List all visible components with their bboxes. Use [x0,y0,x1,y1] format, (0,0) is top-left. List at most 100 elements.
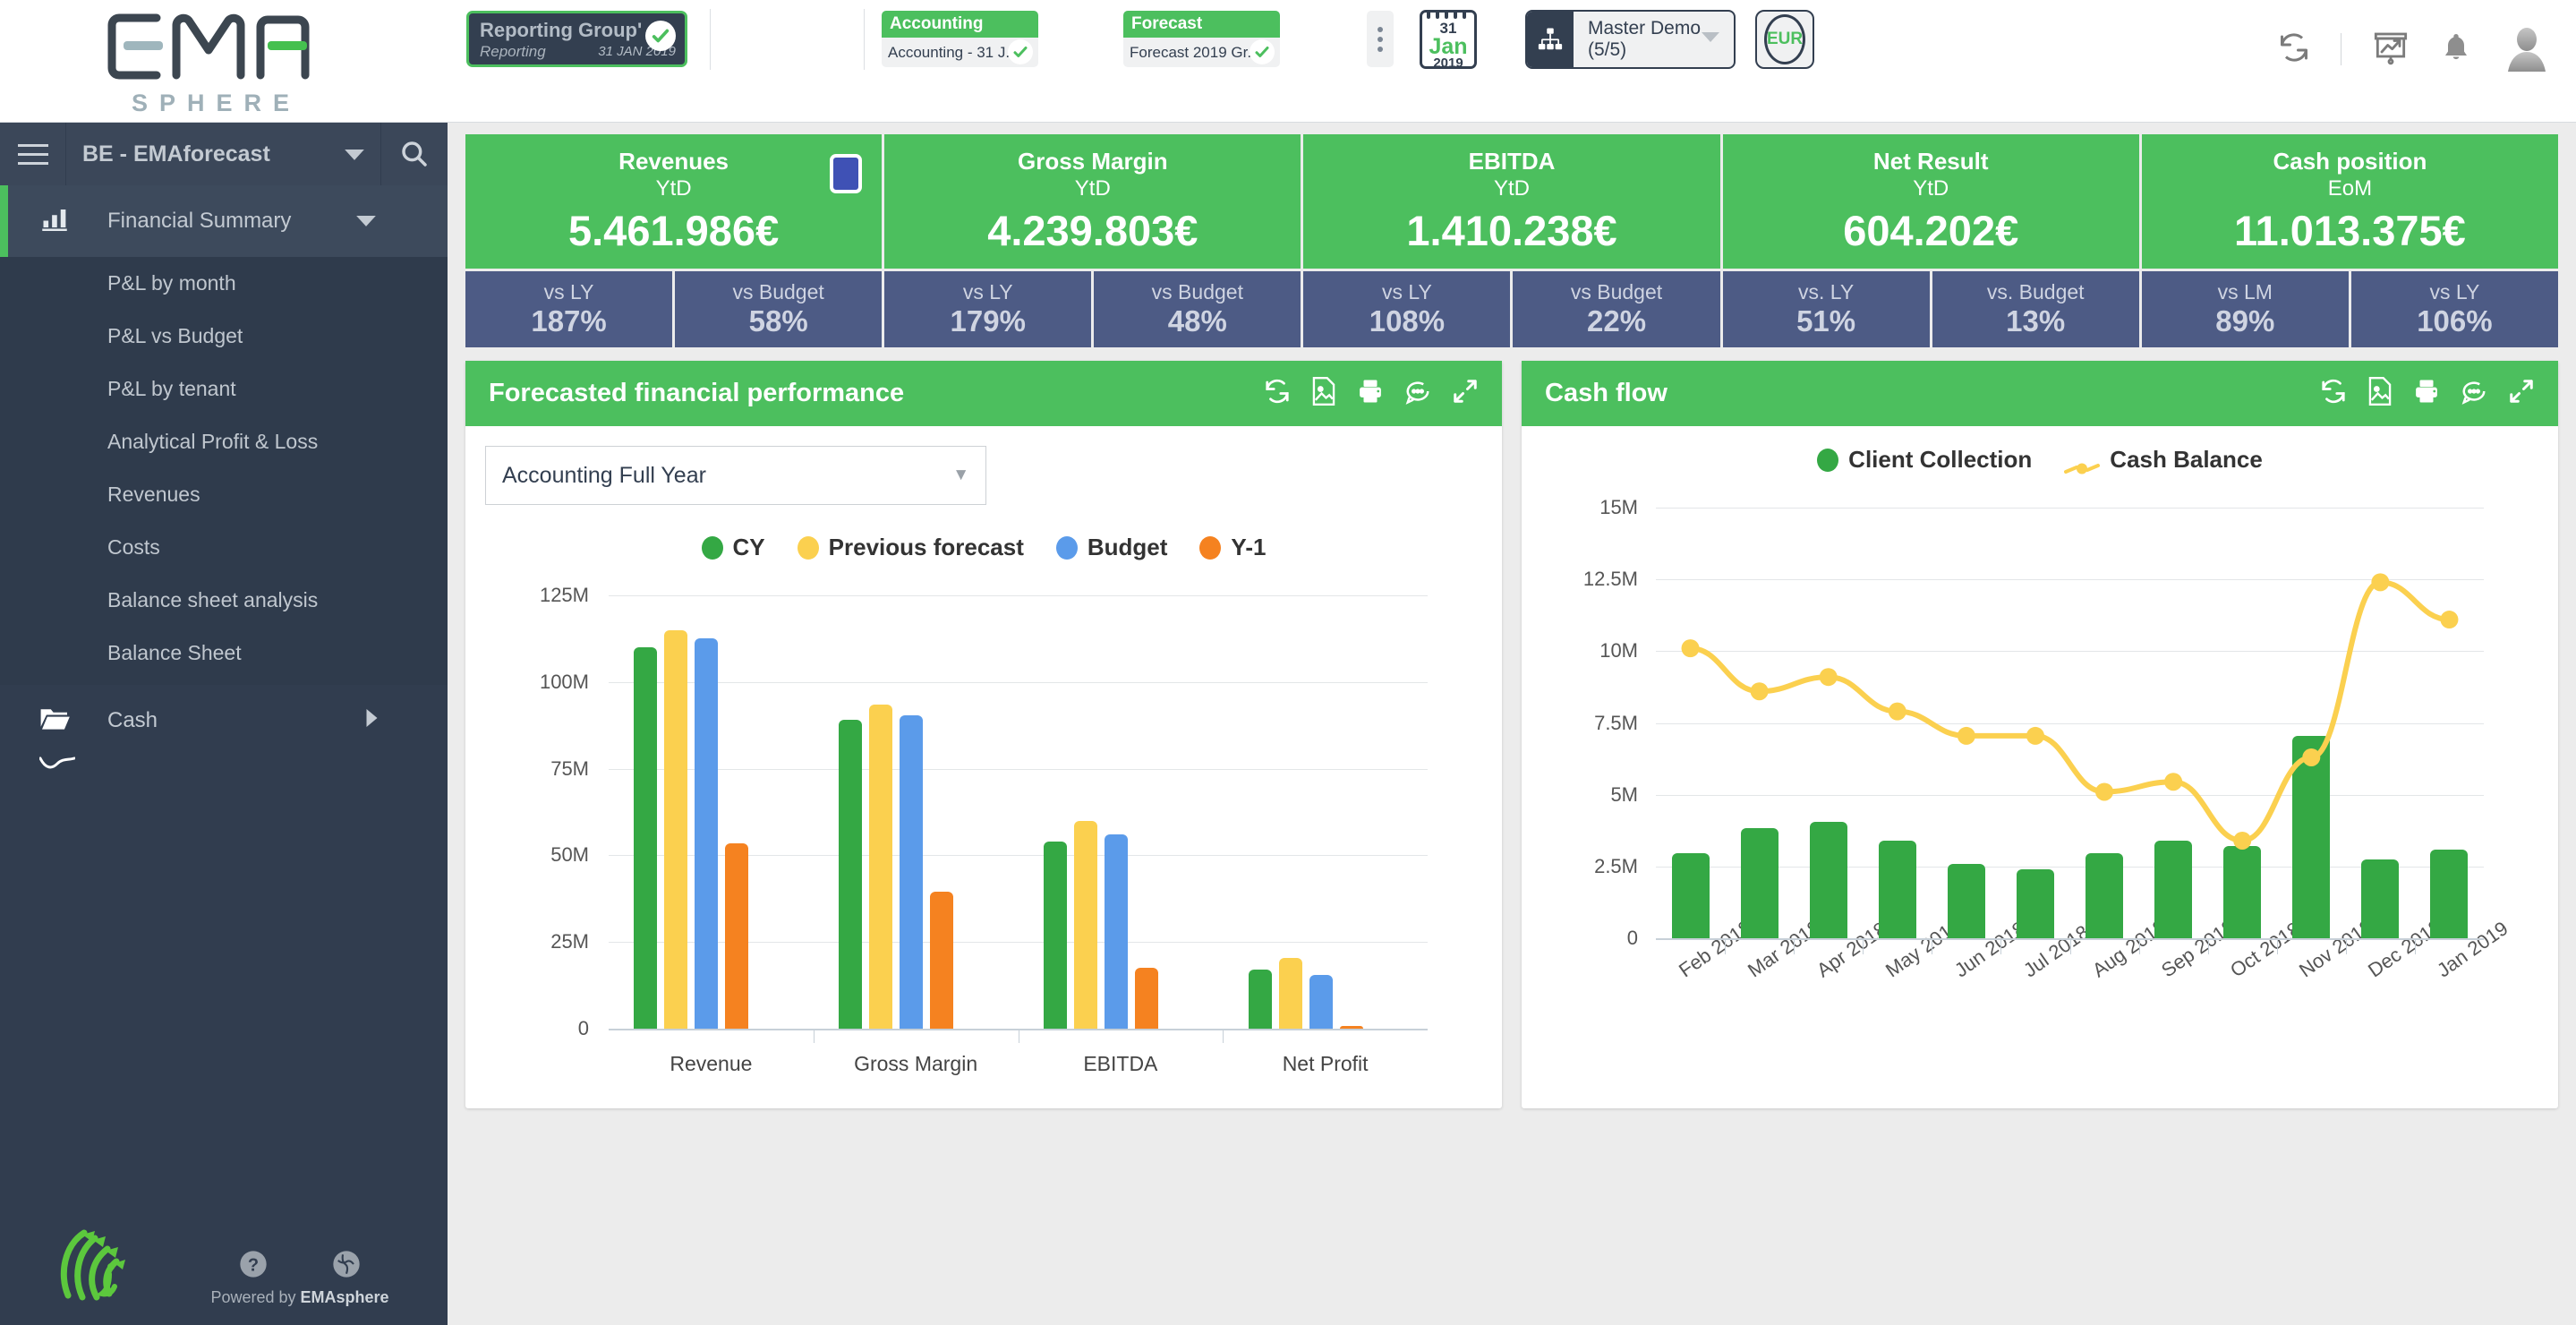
sidebar-item-balance-sheet[interactable]: Balance Sheet [0,627,448,680]
chart-period-dropdown[interactable]: Accounting Full Year ▼ [485,446,986,505]
legend-item-y-1[interactable]: Y-1 [1199,534,1266,561]
selector-accounting[interactable]: Accounting Accounting - 31 J... [882,11,1038,67]
reporting-group-card[interactable]: Reporting Group' Reporting 31 JAN 2019 [466,11,687,67]
sidebar-next-item-partial[interactable] [0,757,448,821]
kpi-comparison[interactable]: vs. LY 51% [1722,271,1930,347]
sidebar-folder-cash[interactable]: Cash [0,685,448,757]
data-point[interactable] [1681,639,1700,658]
kpi-card-net-result[interactable]: Net Result YtD 604.202€ [1722,134,2139,269]
bell-icon[interactable] [2440,30,2472,69]
sidebar-item-pl-by-month[interactable]: P&L by month [0,257,448,310]
bar[interactable] [839,720,863,1029]
presentation-icon[interactable] [2372,30,2410,70]
kpi-comparison[interactable]: vs. Budget 13% [1932,271,2139,347]
kpi-comparison[interactable]: vs Budget 58% [675,271,883,347]
more-options-button[interactable] [1367,11,1394,67]
kpi-card-revenues[interactable]: Revenues YtD 5.461.986€ [465,134,883,269]
avatar[interactable] [2503,25,2551,73]
legend-item-previous-forecast[interactable]: Previous forecast [797,534,1024,561]
bar[interactable] [634,647,658,1029]
bar[interactable] [1740,827,1778,938]
kpi-flag-indicator[interactable] [830,154,863,193]
bar[interactable] [2223,846,2262,938]
sidebar-item-analytical-profit-loss[interactable]: Analytical Profit & Loss [0,415,448,468]
bar[interactable] [1134,968,1158,1029]
bar[interactable] [2016,869,2054,938]
kpi-card-gross-margin[interactable]: Gross Margin YtD 4.239.803€ [884,134,1301,269]
project-selector[interactable]: BE - EMAforecast [66,123,381,185]
bar[interactable] [1671,853,1710,938]
bar[interactable] [1309,974,1333,1029]
bar[interactable] [695,638,719,1029]
kpi-card-ebitda[interactable]: EBITDA YtD 1.410.238€ [1303,134,1720,269]
bar[interactable] [1878,840,1916,938]
refresh-icon[interactable] [2278,31,2310,68]
gridline [1656,866,2484,868]
bar[interactable] [2361,859,2400,938]
legend-item-cash-balance[interactable]: Cash Balance [2064,446,2263,474]
sidebar-item-pl-vs-budget[interactable]: P&L vs Budget [0,310,448,363]
data-point[interactable] [2371,573,2390,592]
sidebar-group-financial-summary[interactable]: Financial Summary [0,185,448,257]
kpi-comparison[interactable]: vs LM 89% [2141,271,2349,347]
bar[interactable] [869,704,893,1029]
refresh-icon[interactable] [1264,378,1291,409]
bar[interactable] [2086,853,2124,938]
data-point[interactable] [2440,611,2459,629]
kpi-comparison[interactable]: vs LY 106% [2350,271,2558,347]
bar[interactable] [1104,834,1128,1029]
bar[interactable] [930,892,954,1029]
bar[interactable] [1043,841,1067,1029]
kpi-comparison[interactable]: vs LY 179% [884,271,1092,347]
export-image-icon[interactable] [1311,377,1336,410]
expand-icon[interactable] [1452,378,1479,409]
sidebar-item-costs[interactable]: Costs [0,521,448,574]
bar[interactable] [2430,849,2469,938]
bar[interactable] [1947,863,1985,938]
currency-selector[interactable]: EUR [1755,10,1814,69]
bar[interactable] [1278,957,1302,1029]
bar[interactable] [900,714,924,1029]
kpi-card-cash-position[interactable]: Cash position EoM 11.013.375€ [2141,134,2559,269]
data-point[interactable] [1750,682,1769,701]
app-logo: SPHERE [94,7,327,116]
sidebar-item-balance-sheet-analysis[interactable]: Balance sheet analysis [0,574,448,627]
data-point[interactable] [1957,726,1975,745]
refresh-icon[interactable] [2320,378,2347,409]
kpi-comparison[interactable]: vs Budget 22% [1513,271,1720,347]
print-icon[interactable] [1357,378,1384,409]
comment-icon[interactable] [2461,378,2487,409]
data-point[interactable] [1819,668,1838,687]
kpi-comparison[interactable]: vs Budget 48% [1094,271,1301,347]
selector-forecast[interactable]: Forecast Forecast 2019 Gr... [1123,11,1280,67]
kpi-comparison[interactable]: vs LY 187% [465,271,673,347]
data-point[interactable] [2026,726,2044,745]
legend-item-client-collection[interactable]: Client Collection [1817,446,2032,474]
bar[interactable] [1809,822,1847,938]
data-point[interactable] [2164,773,2183,791]
expand-icon[interactable] [2508,378,2535,409]
globe-icon[interactable] [332,1250,361,1283]
search-button[interactable] [381,123,448,185]
dot [1378,46,1383,52]
bar[interactable] [1073,820,1097,1029]
legend-item-budget[interactable]: Budget [1055,534,1167,561]
calendar-date-picker[interactable]: 31 Jan 2019 [1420,10,1477,69]
legend-item-cy[interactable]: CY [701,534,765,561]
bar[interactable] [725,842,749,1029]
bar[interactable] [1248,970,1272,1029]
export-image-icon[interactable] [2367,377,2393,410]
bar[interactable] [2154,840,2193,938]
data-point[interactable] [2095,782,2114,801]
help-icon[interactable]: ? [239,1250,268,1283]
comment-icon[interactable] [1404,378,1431,409]
sidebar-item-pl-by-tenant[interactable]: P&L by tenant [0,363,448,415]
entity-selector[interactable]: Master Demo (5/5) [1525,10,1736,69]
kpi-comparison[interactable]: vs LY 108% [1303,271,1511,347]
menu-toggle-button[interactable] [0,123,66,185]
sidebar-item-revenues[interactable]: Revenues [0,468,448,521]
data-point[interactable] [1888,702,1906,721]
bar[interactable] [2292,735,2331,938]
bar[interactable] [664,629,688,1029]
print-icon[interactable] [2413,378,2440,409]
